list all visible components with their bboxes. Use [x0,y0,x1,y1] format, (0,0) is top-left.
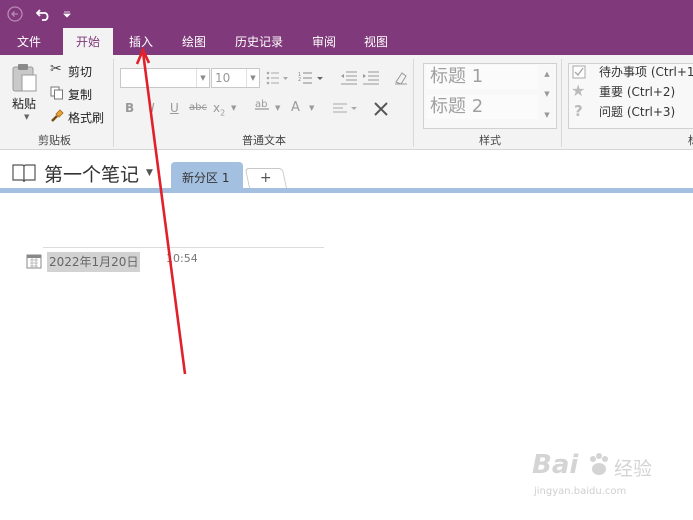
format-painter-label: 格式刷 [68,111,105,125]
tab-view[interactable]: 视图 [353,28,399,55]
font-color-dropdown-icon[interactable]: ▼ [309,104,314,112]
tab-review[interactable]: 审阅 [301,28,347,55]
calendar-icon[interactable] [26,253,42,269]
paste-dropdown-icon: ▼ [24,113,30,121]
strikethrough-icon[interactable]: abc [189,102,207,113]
tag-important[interactable]: ★ 重要 (Ctrl+2) [570,81,693,101]
tab-file[interactable]: 文件 [6,28,52,55]
paw-icon [590,453,608,475]
tag-important-label: 重要 (Ctrl+2) [599,85,676,99]
chevron-down-icon [63,11,71,18]
chevron-down-icon: ▼ [246,69,259,87]
svg-text:2: 2 [298,77,301,83]
notebook-header: 第一个笔记 ▼ 新分区 1 + [0,150,693,190]
section-color-bar [0,188,693,193]
question-icon: ? [574,102,583,120]
ribbon-separator [413,59,414,147]
paintbrush-icon [51,109,64,122]
scissors-icon: ✂ [50,61,62,77]
decrease-indent-icon[interactable] [340,71,358,85]
checkbox-icon [572,65,586,79]
add-icon: + [259,170,272,186]
chevron-down-icon: ▼ [196,69,209,87]
tag-question-label: 问题 (Ctrl+3) [599,105,676,119]
notebook-selector[interactable]: 第一个笔记 ▼ [12,160,162,186]
section-tab-1[interactable]: 新分区 1 [171,162,243,188]
increase-indent-icon[interactable] [362,71,380,85]
ribbon-tabs: 文件 开始 插入 绘图 历史记录 审阅 视图 [0,28,693,55]
paste-button[interactable]: 粘贴 ▼ [6,61,42,129]
font-size-value: 10 [215,71,231,85]
cut-button[interactable]: ✂ 剪切 [50,61,98,79]
ribbon-separator [561,59,562,147]
copy-icon [50,86,63,100]
watermark-brand-2: 经验 [614,458,653,480]
underline-icon[interactable]: U [170,101,179,115]
bullets-icon[interactable] [266,71,290,85]
styles-scroll-down[interactable]: ▼ [541,85,553,103]
paste-label: 粘贴 [12,97,37,111]
delete-icon[interactable] [373,101,389,117]
undo-button[interactable] [34,0,54,28]
basic-text-group-label: 普通文本 [242,134,286,147]
notebook-icon [12,164,36,183]
clipboard-icon [12,64,37,92]
baidu-watermark: Bai 经验 jingyan.baidu.com [532,450,662,510]
tab-draw[interactable]: 绘图 [171,28,217,55]
italic-icon[interactable]: I [151,101,155,115]
font-size-combo[interactable]: 10 ▼ [211,68,260,88]
add-section-button[interactable]: + [244,168,288,189]
ribbon-separator [113,59,114,147]
styles-group-label: 样式 [479,134,501,147]
back-button[interactable] [4,0,26,28]
font-color-icon[interactable]: A [291,100,300,115]
undo-icon [36,9,49,21]
star-icon: ★ [571,81,586,100]
subscript-dropdown-icon[interactable]: ▼ [231,104,236,112]
watermark-url: jingyan.baidu.com [534,486,627,497]
cut-label: 剪切 [68,65,93,79]
font-name-combo[interactable]: ▼ [120,68,210,88]
title-bar [0,0,693,28]
tag-todo[interactable]: 待办事项 (Ctrl+1) [570,63,693,81]
quick-access-customize-button[interactable] [60,0,74,28]
highlight-icon[interactable]: ab [255,99,269,110]
tag-question[interactable]: ? 问题 (Ctrl+3) [570,102,693,121]
page-date[interactable]: 2022年1月20日 [47,252,141,272]
copy-label: 复制 [68,88,93,102]
page-title-underline [43,247,324,248]
clipboard-group-label: 剪贴板 [38,134,71,147]
tab-home[interactable]: 开始 [63,28,113,55]
numbering-icon[interactable]: 1 2 [298,71,326,85]
style-heading-2[interactable]: 标题 2 [426,95,538,119]
notebook-name: 第一个笔记 [44,164,140,186]
highlight-dropdown-icon[interactable]: ▼ [275,104,280,112]
page-time[interactable]: 10:54 [166,252,198,266]
copy-button[interactable]: 复制 [50,84,98,102]
watermark-brand: Bai [532,450,579,480]
tab-insert[interactable]: 插入 [118,28,164,55]
styles-scroll-up[interactable]: ▲ [541,65,553,83]
back-arrow-icon [7,6,23,22]
format-painter-button[interactable]: 格式刷 [50,107,106,125]
ribbon: 粘贴 ▼ ✂ 剪切 复制 格式刷 剪贴板 ▼ 10 ▼ 1 2 B I U ab… [0,55,693,150]
tab-history[interactable]: 历史记录 [227,28,291,55]
styles-more[interactable]: ▼ [541,106,553,124]
section-tab-label: 新分区 1 [182,171,230,185]
tags-group-label: 标 [688,132,693,148]
chevron-down-icon: ▼ [146,168,153,178]
subscript-icon[interactable]: x2 [213,101,225,117]
tag-todo-label: 待办事项 (Ctrl+1) [599,65,693,79]
clear-formatting-icon[interactable] [393,70,409,86]
bold-icon[interactable]: B [125,101,134,115]
align-icon[interactable] [332,103,360,115]
style-heading-1[interactable]: 标题 1 [426,65,538,89]
